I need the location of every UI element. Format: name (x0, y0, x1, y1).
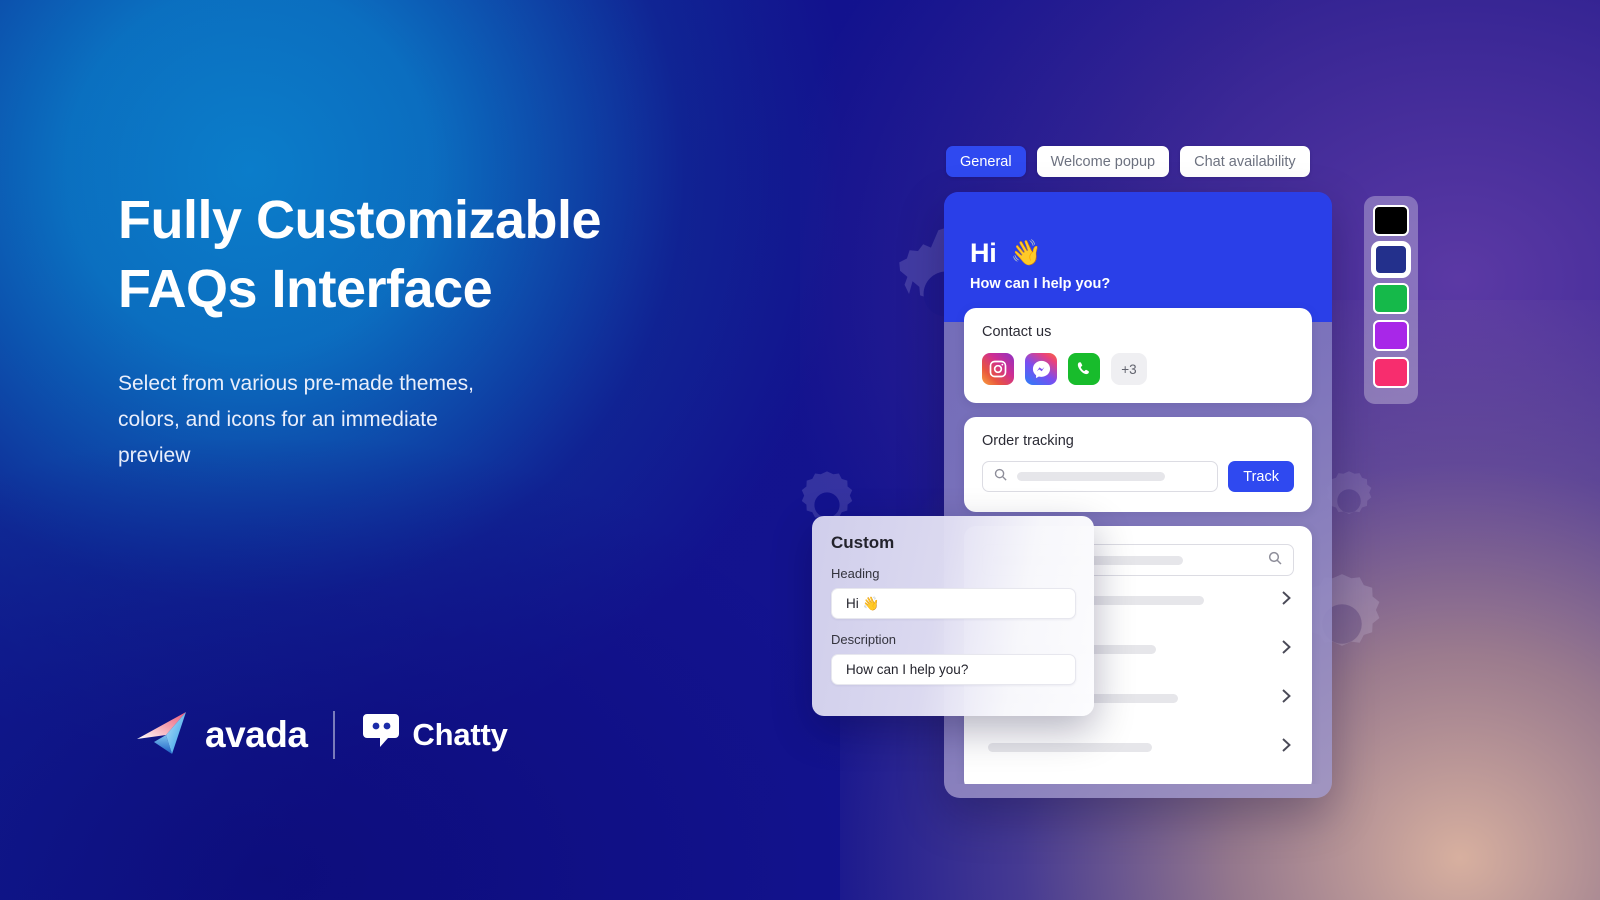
waving-hand-icon: 👋 (1010, 239, 1042, 267)
custom-panel-title: Custom (831, 533, 895, 552)
page-title: Fully Customizable FAQs Interface (118, 190, 602, 320)
chevron-right-icon (1281, 737, 1292, 758)
input-placeholder-bar (1017, 472, 1165, 481)
theme-color-swatches (1364, 196, 1418, 404)
order-tracking-card: Order tracking Track (964, 417, 1312, 512)
faq-question-placeholder-bar (988, 743, 1152, 752)
custom-settings-panel: Custom Heading Hi 👋 Description How can … (812, 516, 1094, 716)
brand-lockup: avada Chatty (136, 708, 508, 761)
more-channels-badge[interactable]: +3 (1111, 353, 1147, 385)
contact-channel-list: +3 (982, 353, 1294, 385)
chevron-right-icon (1281, 639, 1292, 660)
contact-us-card: Contact us +3 (964, 308, 1312, 403)
chevron-right-icon (1281, 590, 1292, 611)
description-field-label: Description (831, 632, 897, 647)
search-icon (993, 467, 1008, 487)
tab-welcome-popup[interactable]: Welcome popup (1036, 146, 1170, 177)
brand-divider (333, 710, 336, 759)
greeting-subtitle: How can I help you? (970, 276, 1111, 292)
messenger-icon[interactable] (1025, 353, 1057, 385)
chatty-wordmark: Chatty (412, 716, 508, 752)
chevron-right-icon (1281, 688, 1292, 709)
chat-bubble-icon (361, 712, 401, 757)
order-tracking-input[interactable] (982, 461, 1219, 492)
order-tracking-title: Order tracking (982, 433, 1074, 449)
paper-plane-icon (136, 708, 194, 761)
track-button[interactable]: Track (1228, 461, 1294, 492)
hero-section: Fully Customizable FAQs Interface Select… (118, 186, 758, 475)
avada-logo: avada (136, 708, 308, 761)
heading-field-label: Heading (831, 566, 880, 581)
tab-bar: General Welcome popup Chat availability (946, 146, 1310, 177)
page-subtitle: Select from various pre-made themes, col… (118, 372, 474, 468)
tab-chat-availability[interactable]: Chat availability (1180, 146, 1310, 177)
greeting-row: Hi 👋 (970, 238, 1332, 269)
search-icon (1267, 550, 1283, 571)
greeting-text: Hi (970, 238, 997, 268)
color-swatch-green[interactable] (1373, 283, 1409, 314)
heading-field[interactable]: Hi 👋 (831, 588, 1076, 619)
color-swatch-black[interactable] (1373, 205, 1409, 236)
phone-icon[interactable] (1068, 353, 1100, 385)
tab-general[interactable]: General (946, 146, 1026, 177)
color-swatch-purple[interactable] (1373, 320, 1409, 351)
description-field[interactable]: How can I help you? (831, 654, 1076, 685)
order-tracking-row: Track (982, 461, 1294, 492)
widget-header: Hi 👋 How can I help you? (944, 192, 1332, 322)
chatty-logo: Chatty (361, 712, 508, 757)
color-swatch-navy[interactable] (1374, 244, 1408, 275)
contact-card-title: Contact us (982, 324, 1052, 340)
faq-row[interactable] (982, 723, 1294, 772)
color-swatch-pink[interactable] (1373, 357, 1409, 388)
avada-wordmark: avada (205, 713, 308, 755)
instagram-icon[interactable] (982, 353, 1014, 385)
